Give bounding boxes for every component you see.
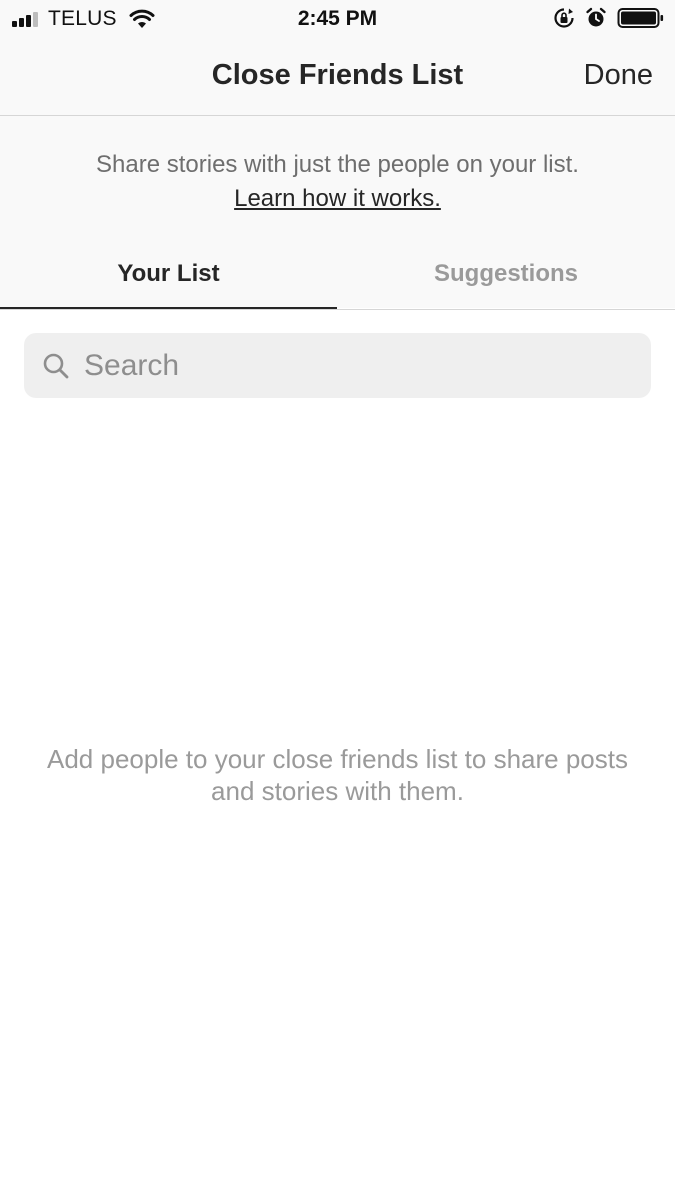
status-bar-right: [543, 7, 665, 29]
search-bar[interactable]: [24, 333, 651, 398]
tab-suggestions[interactable]: Suggestions: [337, 230, 675, 309]
empty-state-message: Add people to your close friends list to…: [47, 744, 628, 806]
alarm-icon: [586, 7, 606, 27]
learn-more-row: Learn how it works.: [0, 185, 675, 213]
orientation-lock-icon: [554, 8, 574, 28]
done-button[interactable]: Done: [584, 59, 653, 92]
status-bar: TELUS 2:45 PM: [0, 0, 675, 38]
learn-how-it-works-link[interactable]: Learn how it works.: [234, 185, 441, 212]
battery-icon: [617, 8, 664, 28]
tab-bar: Your List Suggestions: [0, 230, 675, 310]
info-text: Share stories with just the people on yo…: [96, 151, 579, 178]
page-title: Close Friends List: [211, 59, 464, 91]
nav-header: Close Friends List Done: [0, 38, 675, 116]
search-input[interactable]: [84, 348, 624, 383]
tab-your-list[interactable]: Your List: [0, 230, 337, 309]
search-icon: [43, 353, 69, 378]
